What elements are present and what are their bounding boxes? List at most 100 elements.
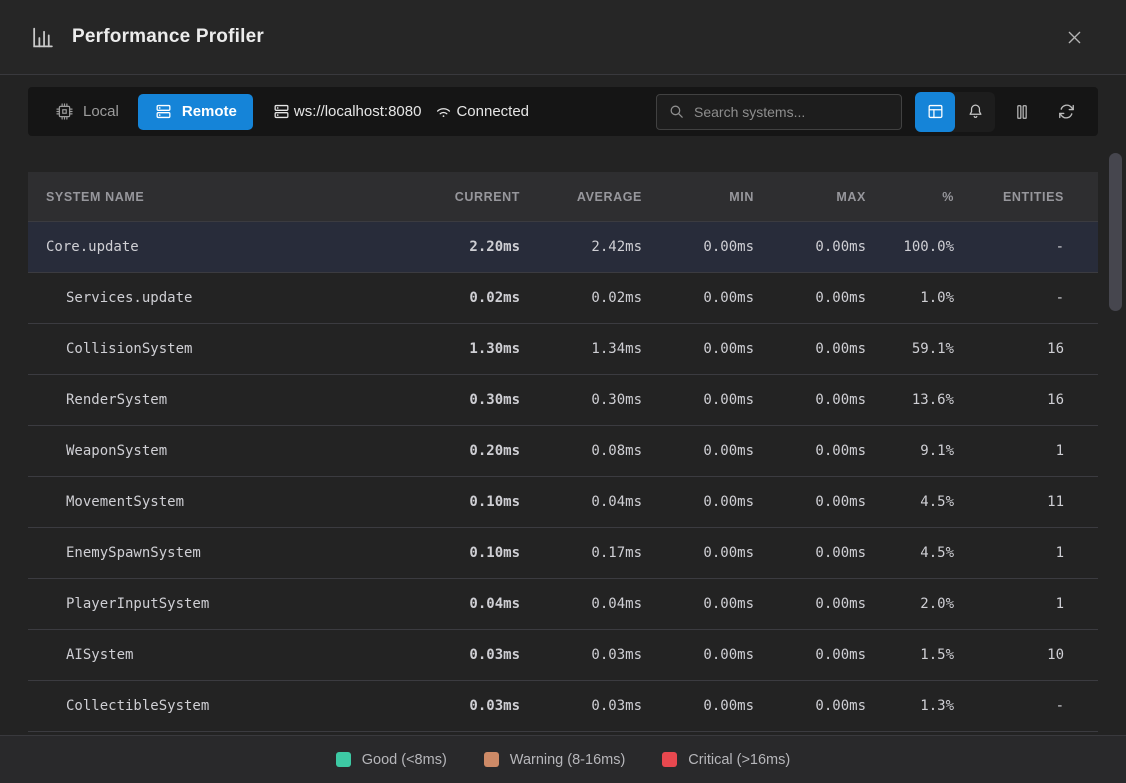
max-cell: 0.00ms: [772, 375, 884, 425]
table-view-button[interactable]: [915, 92, 955, 132]
current-cell: 0.20ms: [428, 426, 538, 476]
current-cell: 1.30ms: [428, 324, 538, 374]
min-cell: 0.00ms: [660, 222, 772, 272]
average-cell: 0.03ms: [538, 681, 660, 731]
current-cell: 0.02ms: [428, 273, 538, 323]
column-header-percent[interactable]: %: [884, 172, 972, 221]
entities-cell: 16: [972, 375, 1098, 425]
legend-bar: Good (<8ms) Warning (8-16ms) Critical (>…: [0, 735, 1126, 783]
percent-cell: 2.0%: [884, 579, 972, 629]
connection-status-text: Connected: [456, 103, 529, 120]
percent-cell: 1.5%: [884, 630, 972, 680]
entities-cell: -: [972, 222, 1098, 272]
entities-cell: -: [972, 681, 1098, 731]
close-icon: [1065, 28, 1084, 47]
bell-icon: [966, 102, 985, 121]
percent-cell: 1.0%: [884, 273, 972, 323]
server-icon: [272, 102, 291, 121]
legend-label-good: Good (<8ms): [362, 752, 447, 768]
refresh-button[interactable]: [1049, 95, 1083, 129]
current-cell: 0.03ms: [428, 630, 538, 680]
column-header-max[interactable]: MAX: [772, 172, 884, 221]
table-row[interactable]: Core.update 2.20ms 2.42ms 0.00ms 0.00ms …: [28, 222, 1098, 273]
entities-cell: -: [972, 273, 1098, 323]
search-icon: [668, 103, 685, 120]
average-cell: 0.03ms: [538, 630, 660, 680]
table-view-icon: [926, 102, 945, 121]
legend-label-warning: Warning (8-16ms): [510, 752, 626, 768]
entities-cell: 10: [972, 630, 1098, 680]
column-header-min[interactable]: MIN: [660, 172, 772, 221]
table-row[interactable]: CollectibleSystem 0.03ms 0.03ms 0.00ms 0…: [28, 681, 1098, 732]
alerts-button[interactable]: [955, 92, 995, 132]
min-cell: 0.00ms: [660, 681, 772, 731]
legend-label-critical: Critical (>16ms): [688, 752, 790, 768]
scrollbar-thumb[interactable]: [1109, 153, 1122, 311]
current-cell: 2.20ms: [428, 222, 538, 272]
entities-cell: 1: [972, 528, 1098, 578]
system-name-cell: PlayerInputSystem: [28, 579, 428, 629]
average-cell: 0.08ms: [538, 426, 660, 476]
entities-cell: 1: [972, 579, 1098, 629]
percent-cell: 4.5%: [884, 528, 972, 578]
pause-button[interactable]: [1005, 95, 1039, 129]
system-name-cell: RenderSystem: [28, 375, 428, 425]
table-row[interactable]: WeaponSystem 0.20ms 0.08ms 0.00ms 0.00ms…: [28, 426, 1098, 477]
server-icon: [154, 102, 173, 121]
max-cell: 0.00ms: [772, 681, 884, 731]
search-input[interactable]: [694, 104, 890, 120]
remote-tab-button[interactable]: Remote: [138, 94, 253, 130]
column-header-system-name[interactable]: SYSTEM NAME: [28, 172, 428, 221]
percent-cell: 9.1%: [884, 426, 972, 476]
column-header-average[interactable]: AVERAGE: [538, 172, 660, 221]
entities-cell: 16: [972, 324, 1098, 374]
warning-swatch-icon: [484, 752, 499, 767]
average-cell: 0.17ms: [538, 528, 660, 578]
average-cell: 0.04ms: [538, 579, 660, 629]
remote-tab-label: Remote: [182, 103, 237, 120]
good-swatch-icon: [336, 752, 351, 767]
max-cell: 0.00ms: [772, 222, 884, 272]
min-cell: 0.00ms: [660, 426, 772, 476]
refresh-icon: [1057, 102, 1076, 121]
system-name-cell: MovementSystem: [28, 477, 428, 527]
table-row[interactable]: PlayerInputSystem 0.04ms 0.04ms 0.00ms 0…: [28, 579, 1098, 630]
system-name-cell: CollisionSystem: [28, 324, 428, 374]
max-cell: 0.00ms: [772, 579, 884, 629]
percent-cell: 13.6%: [884, 375, 972, 425]
websocket-url: ws://localhost:8080: [272, 102, 422, 121]
average-cell: 0.04ms: [538, 477, 660, 527]
system-name-cell: AISystem: [28, 630, 428, 680]
min-cell: 0.00ms: [660, 579, 772, 629]
legend-item-warning: Warning (8-16ms): [484, 752, 626, 768]
entities-cell: 11: [972, 477, 1098, 527]
table-row[interactable]: EnemySpawnSystem 0.10ms 0.17ms 0.00ms 0.…: [28, 528, 1098, 579]
current-cell: 0.04ms: [428, 579, 538, 629]
column-header-entities[interactable]: ENTITIES: [972, 172, 1098, 221]
system-name-cell: Services.update: [28, 273, 428, 323]
table-row[interactable]: Services.update 0.02ms 0.02ms 0.00ms 0.0…: [28, 273, 1098, 324]
local-tab-button[interactable]: Local: [43, 94, 131, 130]
percent-cell: 4.5%: [884, 477, 972, 527]
pause-icon: [1012, 102, 1032, 122]
cpu-icon: [55, 102, 74, 121]
toolbar: Local Remote ws://localhost:8080: [28, 87, 1098, 136]
table-row[interactable]: RenderSystem 0.30ms 0.30ms 0.00ms 0.00ms…: [28, 375, 1098, 426]
average-cell: 0.30ms: [538, 375, 660, 425]
table-row[interactable]: CollisionSystem 1.30ms 1.34ms 0.00ms 0.0…: [28, 324, 1098, 375]
min-cell: 0.00ms: [660, 375, 772, 425]
column-header-current[interactable]: CURRENT: [428, 172, 538, 221]
entities-cell: 1: [972, 426, 1098, 476]
table-header-row: SYSTEM NAME CURRENT AVERAGE MIN MAX % EN…: [28, 172, 1098, 222]
average-cell: 2.42ms: [538, 222, 660, 272]
table-row[interactable]: AISystem 0.03ms 0.03ms 0.00ms 0.00ms 1.5…: [28, 630, 1098, 681]
bar-chart-icon: [30, 25, 55, 50]
system-name-cell: Core.update: [28, 222, 428, 272]
table-row[interactable]: MovementSystem 0.10ms 0.04ms 0.00ms 0.00…: [28, 477, 1098, 528]
min-cell: 0.00ms: [660, 273, 772, 323]
system-name-cell: EnemySpawnSystem: [28, 528, 428, 578]
max-cell: 0.00ms: [772, 528, 884, 578]
critical-swatch-icon: [662, 752, 677, 767]
connection-status: Connected: [434, 102, 529, 121]
close-button[interactable]: [1060, 23, 1088, 51]
